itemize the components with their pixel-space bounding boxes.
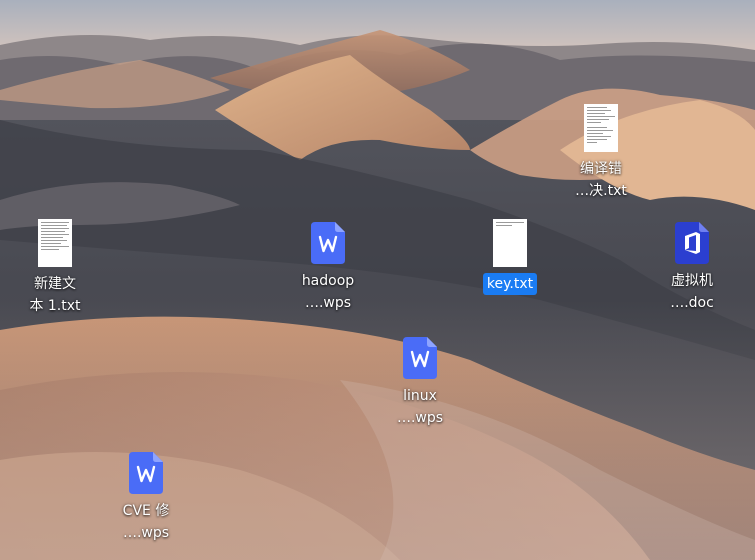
icon-label: linux ….wps (372, 385, 468, 429)
icon-label-line2: 本 1.txt (29, 298, 81, 314)
icon-label-line2: ….wps (396, 410, 444, 426)
icon-label-line1: linux (403, 388, 437, 404)
desktop-icon-wps-file[interactable]: CVE 修 ….wps (98, 452, 194, 544)
desktop-icon-doc-file[interactable]: 虚拟机 ….doc (644, 222, 740, 314)
desktop-icon-text-file-selected[interactable]: key.txt (462, 219, 558, 295)
icon-label: 编译错 …决.txt (553, 158, 649, 202)
desktop[interactable]: 编译错 …决.txt 新建文 本 1.txt hadoop ….wps key.… (0, 0, 755, 560)
desktop-icon-text-file[interactable]: 编译错 …决.txt (553, 104, 649, 202)
text-file-icon (584, 104, 618, 152)
text-file-icon (493, 219, 527, 267)
wps-document-icon (403, 337, 437, 379)
icon-label-line1: 编译错 (580, 161, 622, 177)
icon-label-line1: 新建文 (34, 276, 76, 292)
office-document-icon (675, 222, 709, 264)
icon-label-line2: ….wps (304, 295, 352, 311)
icon-label: hadoop ….wps (280, 270, 376, 314)
icon-label: CVE 修 ….wps (98, 500, 194, 544)
icon-label-selected: key.txt (482, 273, 538, 295)
wps-document-icon (311, 222, 345, 264)
icon-label: key.txt (462, 273, 558, 295)
icon-label-line2: ….doc (670, 295, 714, 311)
desktop-icon-wps-file[interactable]: hadoop ….wps (280, 222, 376, 314)
icon-label-line1: hadoop (301, 273, 355, 289)
text-file-icon (38, 219, 72, 267)
icon-label: 虚拟机 ….doc (644, 270, 740, 314)
desktop-icon-text-file[interactable]: 新建文 本 1.txt (7, 219, 103, 317)
icon-label: 新建文 本 1.txt (7, 273, 103, 317)
icon-label-line2: …决.txt (575, 183, 627, 199)
icon-label-line2: ….wps (122, 525, 170, 541)
wps-document-icon (129, 452, 163, 494)
icon-label-line1: CVE 修 (122, 503, 170, 519)
icon-label-line1: 虚拟机 (671, 273, 713, 289)
desktop-icon-wps-file[interactable]: linux ….wps (372, 337, 468, 429)
